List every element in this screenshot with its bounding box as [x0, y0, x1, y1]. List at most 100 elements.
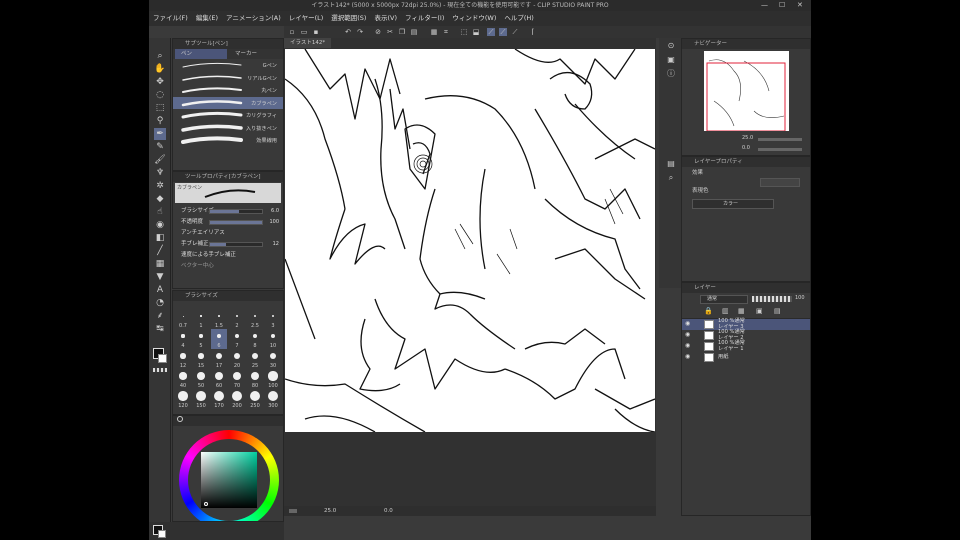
- brush-size-option[interactable]: 0.7: [175, 309, 191, 329]
- brush-size-option[interactable]: 17: [211, 349, 227, 369]
- brush-icon[interactable]: 🖌: [154, 154, 166, 166]
- airbrush-icon[interactable]: ♆: [154, 167, 166, 179]
- clip-icon[interactable]: ▥: [722, 307, 729, 315]
- sub-color-chip[interactable]: [158, 354, 167, 363]
- menu-help[interactable]: ヘルプ(H): [500, 11, 537, 26]
- snap-special-ruler-icon[interactable]: ⟋: [499, 28, 507, 36]
- navigator-zoom-slider[interactable]: [758, 138, 802, 141]
- brush-item[interactable]: カリグラフィ: [173, 109, 283, 122]
- brush-item[interactable]: Gペン: [173, 59, 283, 72]
- brush-size-option[interactable]: 50: [193, 369, 209, 389]
- brush-size-option[interactable]: 1: [193, 309, 209, 329]
- brush-size-option[interactable]: 4: [175, 329, 191, 349]
- text-icon[interactable]: A: [154, 284, 166, 296]
- brush-size-option[interactable]: 200: [229, 389, 245, 409]
- brush-size-option[interactable]: 150: [193, 389, 209, 409]
- mask-icon[interactable]: ▣: [756, 307, 763, 315]
- hand-icon[interactable]: ✋: [154, 63, 166, 75]
- color-wheel-tab-icon[interactable]: [177, 416, 183, 422]
- brush-size-option[interactable]: 30: [265, 349, 281, 369]
- brush-size-option[interactable]: 70: [229, 369, 245, 389]
- brush-size-option[interactable]: 2.5: [247, 309, 263, 329]
- cut-icon[interactable]: ✂: [386, 28, 394, 36]
- fill-selection-icon[interactable]: ▦: [430, 28, 438, 36]
- property-slider[interactable]: [209, 209, 263, 214]
- brush-size-option[interactable]: 3: [265, 309, 281, 329]
- gradient-icon[interactable]: ◧: [154, 232, 166, 244]
- figure-icon[interactable]: ╱: [154, 245, 166, 257]
- frame-icon[interactable]: ▦: [154, 258, 166, 270]
- info-tab-icon[interactable]: ⓘ: [665, 68, 677, 80]
- close-button[interactable]: ✕: [797, 0, 803, 11]
- transform-icon[interactable]: ⌗: [442, 28, 450, 36]
- menu-view[interactable]: 表示(V): [370, 11, 401, 26]
- line-correct-icon[interactable]: ⸙: [154, 310, 166, 322]
- color-picker-cursor[interactable]: [204, 502, 208, 506]
- decorate-icon[interactable]: ✲: [154, 180, 166, 192]
- minimize-button[interactable]: —: [761, 0, 768, 11]
- brush-size-option[interactable]: 300: [265, 389, 281, 409]
- navigator-preview[interactable]: [704, 51, 789, 132]
- transparent-color-chip[interactable]: [153, 368, 167, 372]
- menu-filter[interactable]: フィルター(I): [401, 11, 448, 26]
- invert-selection-icon[interactable]: ⬓: [472, 28, 480, 36]
- brush-item[interactable]: カブラペン: [173, 96, 283, 109]
- eyedropper-icon[interactable]: ⚲: [154, 115, 166, 127]
- layer-opacity-slider[interactable]: [752, 296, 792, 302]
- navigator-tab-icon[interactable]: ⊙: [665, 40, 677, 52]
- brush-item[interactable]: 入り抜きペン: [173, 122, 283, 135]
- brush-size-option[interactable]: 170: [211, 389, 227, 409]
- brush-size-option[interactable]: 8: [247, 329, 263, 349]
- eye-icon[interactable]: ◉: [685, 332, 690, 338]
- ruler-tool-icon[interactable]: ▼: [154, 271, 166, 283]
- expression-color-select[interactable]: カラー: [692, 199, 774, 209]
- sub-view-tab-icon[interactable]: ▣: [665, 54, 677, 66]
- menu-edit[interactable]: 編集(E): [192, 11, 222, 26]
- property-row[interactable]: 速度による手ブレ補正: [173, 250, 283, 261]
- property-slider[interactable]: [209, 220, 263, 225]
- property-value[interactable]: 100: [269, 217, 279, 228]
- tab-marker[interactable]: マーカー: [229, 49, 263, 59]
- layer-row[interactable]: ◉ 100 %通常 レイヤー 3: [682, 318, 810, 330]
- brush-size-option[interactable]: 25: [247, 349, 263, 369]
- menu-layer[interactable]: レイヤー(L): [285, 11, 328, 26]
- search-layer-tab-icon[interactable]: ⌕: [665, 172, 677, 184]
- eye-icon[interactable]: ◉: [685, 321, 690, 327]
- brush-size-option[interactable]: 10: [265, 329, 281, 349]
- zoom-value[interactable]: 25.0: [324, 506, 336, 516]
- canvas-area[interactable]: イラスト142*: [284, 38, 656, 516]
- deselect-icon[interactable]: ⬚: [460, 28, 468, 36]
- eye-icon[interactable]: ◉: [685, 343, 690, 349]
- property-row[interactable]: ブラシサイズ 6.0: [173, 206, 283, 217]
- lasso-icon[interactable]: ◌: [154, 89, 166, 101]
- brush-size-option[interactable]: 120: [175, 389, 191, 409]
- property-value[interactable]: 12: [273, 239, 279, 250]
- layer-row[interactable]: ◉ 用紙: [682, 352, 810, 363]
- status-toggle-icon[interactable]: [289, 509, 297, 513]
- zoom-icon[interactable]: ⌕: [154, 50, 166, 62]
- eraser-icon[interactable]: ◆: [154, 193, 166, 205]
- menu-file[interactable]: ファイル(F): [149, 11, 192, 26]
- new-file-icon[interactable]: ▫: [288, 28, 296, 36]
- brush-size-option[interactable]: 2: [229, 309, 245, 329]
- undo-icon[interactable]: ↶: [344, 28, 352, 36]
- brush-size-option[interactable]: 40: [175, 369, 191, 389]
- paste-icon[interactable]: ▤: [410, 28, 418, 36]
- blend-icon[interactable]: ☝: [154, 206, 166, 218]
- layer-row[interactable]: ◉ 100 %通常 レイヤー 2: [682, 329, 810, 341]
- navigator-rotation-slider[interactable]: [758, 148, 802, 151]
- brush-size-option[interactable]: 1.5: [211, 309, 227, 329]
- brush-size-option[interactable]: 250: [247, 389, 263, 409]
- tab-pen[interactable]: ペン: [175, 49, 227, 59]
- redo-icon[interactable]: ↷: [356, 28, 364, 36]
- brush-size-option[interactable]: 6: [211, 329, 227, 349]
- clear-icon[interactable]: ⊘: [374, 28, 382, 36]
- property-value[interactable]: 6.0: [271, 206, 279, 217]
- lock-icon[interactable]: 🔒: [704, 307, 713, 315]
- brush-size-option[interactable]: 7: [229, 329, 245, 349]
- color-chip-sub-bottom[interactable]: [158, 530, 166, 538]
- select-icon[interactable]: ⬚: [154, 102, 166, 114]
- brush-size-option[interactable]: 80: [247, 369, 263, 389]
- ruler-icon[interactable]: ⌈: [529, 28, 537, 36]
- reference-icon[interactable]: ▦: [738, 307, 745, 315]
